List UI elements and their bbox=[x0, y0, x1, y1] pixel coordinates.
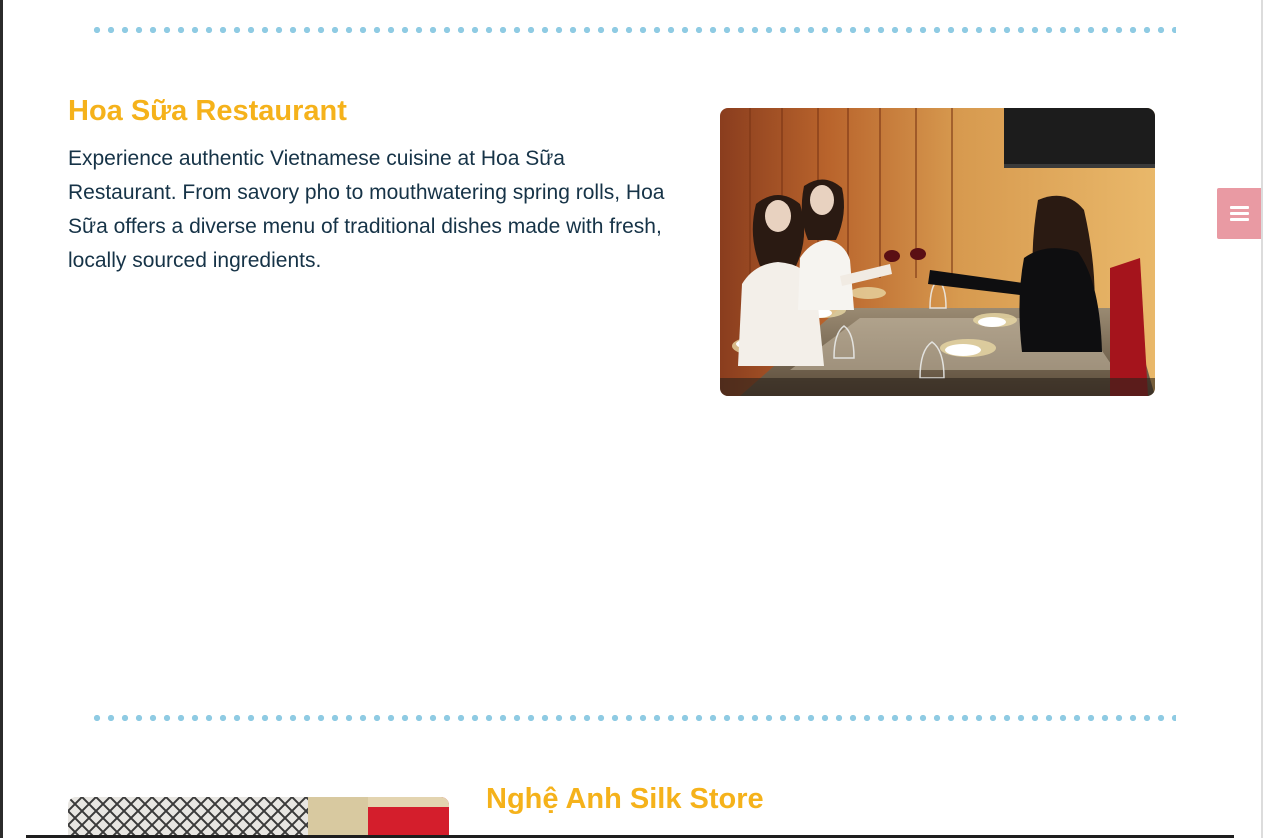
hamburger-menu-icon bbox=[1229, 206, 1249, 221]
section-title: Nghệ Anh Silk Store bbox=[486, 783, 764, 815]
page: Hoa Sữa Restaurant Experience authentic … bbox=[0, 0, 1263, 838]
window-edge-left bbox=[0, 0, 3, 838]
section-title: Hoa Sữa Restaurant bbox=[68, 95, 347, 127]
dotted-divider bbox=[90, 715, 1176, 721]
dotted-divider bbox=[90, 27, 1176, 33]
section-description: Experience authentic Vietnamese cuisine … bbox=[68, 147, 665, 272]
silk-store-photo bbox=[68, 797, 449, 838]
restaurant-photo bbox=[720, 108, 1155, 396]
menu-button[interactable] bbox=[1217, 188, 1261, 239]
